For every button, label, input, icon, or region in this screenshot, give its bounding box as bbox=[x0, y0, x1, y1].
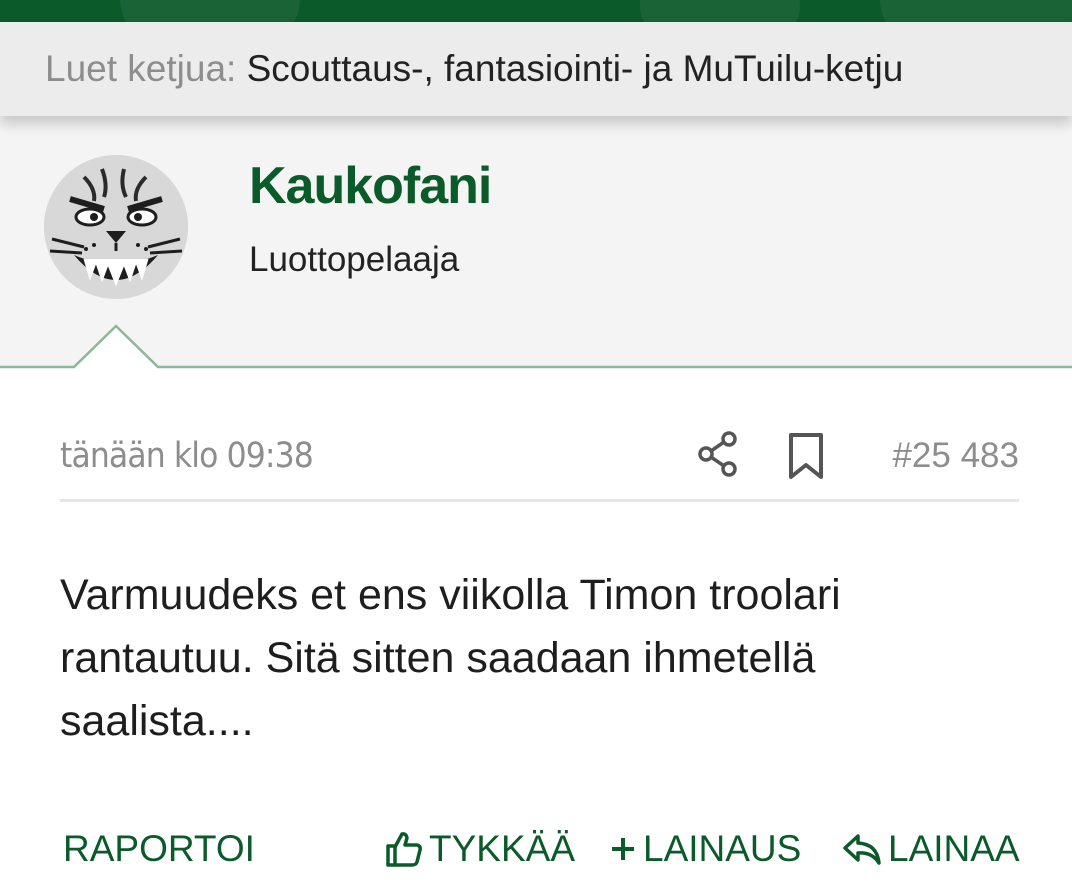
quote-reply-button[interactable]: LAINAA bbox=[842, 828, 1020, 870]
meta-divider bbox=[60, 499, 1019, 502]
post-message-body: Varmuudeks et ens viikolla Timon troolar… bbox=[60, 571, 841, 745]
quote-reply-label: LAINAA bbox=[888, 828, 1020, 869]
like-label: TYKKÄÄ bbox=[429, 828, 575, 869]
panther-face-avatar[interactable] bbox=[44, 155, 188, 299]
reply-arrow-icon bbox=[843, 834, 881, 865]
add-quote-label: LAINAUS bbox=[643, 828, 802, 869]
report-button[interactable]: RAPORTOI bbox=[63, 828, 255, 870]
add-quote-button[interactable]: LAINAUS bbox=[609, 828, 801, 870]
username-link[interactable]: Kaukofani bbox=[249, 156, 492, 216]
post-date[interactable]: tänään klo 09:38 bbox=[60, 436, 314, 476]
bookmark-icon[interactable] bbox=[786, 432, 826, 480]
post-number-link[interactable]: #25 483 bbox=[892, 436, 1019, 476]
post-actions-row: RAPORTOI TYKKÄÄ LAINAUS LAINAA bbox=[0, 820, 1072, 880]
thread-prefix: Luet ketjua: bbox=[45, 48, 237, 89]
user-post-divider bbox=[0, 324, 1072, 372]
like-button[interactable]: TYKKÄÄ bbox=[385, 828, 575, 870]
thread-title-bar: Luet ketjua: Scouttaus-, fantasiointi- j… bbox=[0, 22, 1072, 116]
post-meta-row: tänään klo 09:38 #25 483 bbox=[60, 430, 1019, 490]
plus-icon bbox=[612, 838, 634, 860]
site-header-strip bbox=[0, 0, 1072, 22]
thumbs-up-icon bbox=[386, 832, 422, 867]
report-label: RAPORTOI bbox=[63, 828, 255, 869]
user-rank-title: Luottopelaaja bbox=[249, 240, 460, 279]
share-icon[interactable] bbox=[696, 430, 740, 478]
thread-title[interactable]: Scouttaus-, fantasiointi- ja MuTuilu-ket… bbox=[247, 48, 904, 89]
